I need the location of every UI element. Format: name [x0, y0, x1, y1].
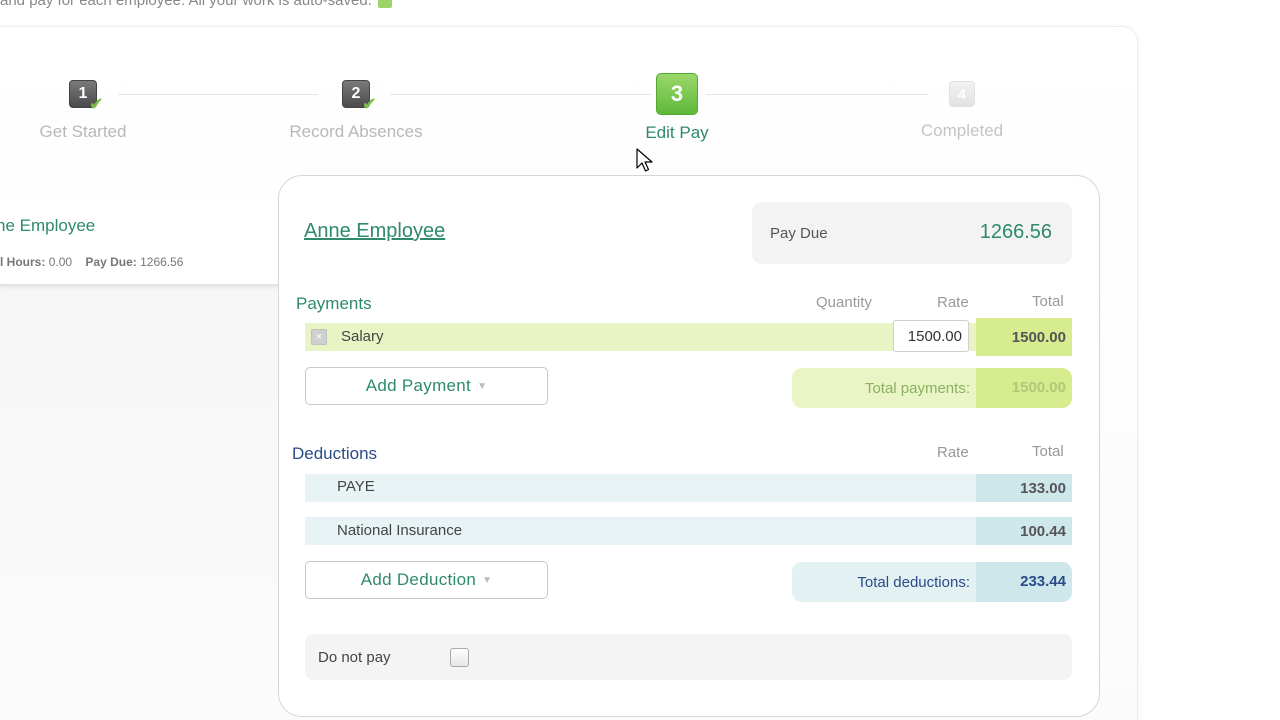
total-payments-value: 1500.00	[976, 368, 1072, 408]
add-payment-label: Add Payment	[365, 376, 472, 395]
rate-column-header: Rate	[937, 444, 969, 461]
step-number-badge: 4	[949, 81, 975, 107]
deduction-row-paye: PAYE	[305, 474, 1072, 502]
total-column-header: Total	[1032, 443, 1064, 460]
pay-due-summary: Pay Due 1266.56	[752, 202, 1072, 264]
step-number-badge: 3	[656, 73, 698, 115]
step-edit-pay[interactable]: 3 Edit Pay	[577, 73, 777, 143]
pay-due-value: 1266.56	[979, 221, 1052, 243]
mouse-cursor-icon	[636, 148, 653, 172]
employee-list-background	[0, 286, 280, 720]
salary-rate-input[interactable]	[893, 320, 969, 352]
rate-column-header: Rate	[937, 294, 969, 311]
step-number: 4	[958, 86, 966, 102]
step-label: Get Started	[39, 122, 127, 141]
deductions-title: Deductions	[292, 444, 378, 463]
step-label: Edit Pay	[645, 123, 709, 142]
deduction-label: PAYE	[337, 478, 375, 495]
salary-total: 1500.00	[976, 318, 1072, 356]
add-deduction-label: Add Deduction	[360, 570, 477, 589]
step-label: Record Absences	[289, 122, 423, 141]
saved-icon	[378, 0, 393, 9]
national-insurance-total: 100.44	[976, 517, 1072, 545]
employee-list-name: ne Employee	[0, 216, 96, 235]
deduction-label: National Insurance	[337, 522, 463, 539]
add-payment-button[interactable]: Add Payment ▼	[305, 367, 548, 405]
step-label: Completed	[920, 121, 1004, 140]
total-payments-summary: Total payments: 1500.00	[792, 368, 1072, 408]
check-icon: ✔	[361, 94, 377, 114]
chevron-down-icon: ▼	[477, 380, 488, 392]
pay-due-label: Pay Due	[770, 225, 828, 242]
auto-save-note: and pay for each employee. All your work…	[0, 0, 393, 9]
deduction-row-national-insurance: National Insurance	[305, 517, 1072, 545]
payment-label: Salary	[341, 328, 384, 345]
hours-label: l Hours:	[0, 255, 46, 269]
step-get-started[interactable]: 1 ✔ Get Started	[0, 80, 183, 142]
step-number: 2	[351, 85, 361, 102]
step-number-badge: 2 ✔	[342, 80, 377, 113]
paye-total: 133.00	[976, 474, 1072, 502]
employee-list-item[interactable]: ne Employee l Hours: 0.00 Pay Due: 1266.…	[0, 200, 280, 286]
paydue-label: Pay Due:	[85, 255, 137, 269]
auto-save-text: and pay for each employee. All your work…	[0, 0, 372, 9]
remove-icon[interactable]: ×	[311, 329, 327, 345]
do-not-pay-checkbox[interactable]	[450, 648, 469, 667]
chevron-down-icon: ▼	[482, 574, 493, 586]
total-payments-label: Total payments:	[864, 380, 970, 397]
total-deductions-label: Total deductions:	[857, 574, 970, 591]
add-deduction-button[interactable]: Add Deduction ▼	[305, 561, 548, 599]
step-record-absences[interactable]: 2 ✔ Record Absences	[256, 80, 456, 142]
employee-list-meta: l Hours: 0.00 Pay Due: 1266.56	[0, 255, 183, 269]
total-deductions-summary: Total deductions: 233.44	[792, 562, 1072, 602]
check-icon: ✔	[88, 94, 104, 114]
paydue-value: 1266.56	[140, 255, 184, 269]
step-number: 3	[670, 81, 684, 106]
do-not-pay-row: Do not pay	[305, 634, 1072, 680]
payroll-screen: and pay for each employee. All your work…	[0, 0, 1280, 720]
do-not-pay-label: Do not pay	[318, 649, 391, 666]
total-column-header: Total	[1032, 293, 1064, 310]
quantity-column-header: Quantity	[816, 294, 872, 311]
payments-title: Payments	[296, 294, 372, 313]
step-completed[interactable]: 4 Completed	[862, 81, 1062, 141]
hours-value: 0.00	[48, 255, 73, 269]
step-number: 1	[78, 85, 88, 102]
total-deductions-value: 233.44	[976, 562, 1072, 602]
step-number-badge: 1 ✔	[69, 80, 104, 113]
employee-name-link[interactable]: Anne Employee	[304, 220, 445, 243]
